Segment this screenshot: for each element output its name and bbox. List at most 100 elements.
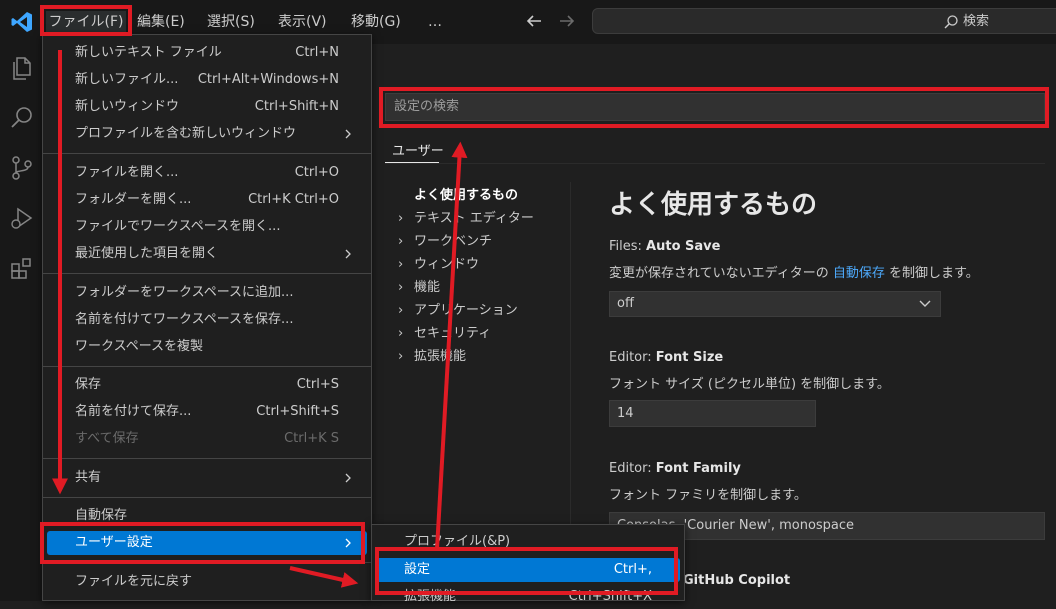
activity-bar	[0, 44, 45, 601]
command-center-search[interactable]: 検索	[592, 8, 1056, 34]
setting-desc-fontsize: フォント サイズ (ピクセル単位) を制御します。	[609, 377, 890, 392]
menu-selection[interactable]: 選択(S)	[207, 11, 255, 33]
menu-item-open-workspace[interactable]: ファイルでワークスペースを開く...	[47, 215, 367, 239]
menu-item-open-folder[interactable]: フォルダーを開く... Ctrl+K Ctrl+O	[47, 188, 367, 212]
desc-text: 変更が保存されていないエディターの	[609, 266, 833, 281]
toc-item-extensions[interactable]: › 拡張機能	[398, 345, 568, 368]
chevron-right-icon	[345, 249, 351, 259]
menu-item-preferences[interactable]: ユーザー設定	[47, 531, 367, 555]
tab-user[interactable]: ユーザー	[392, 140, 444, 159]
source-control-icon[interactable]	[8, 154, 36, 182]
setting-title-copilot: GitHub Copilot	[683, 573, 791, 588]
toc-item-commonly-used[interactable]: よく使用するもの	[398, 184, 568, 207]
arrow-right-icon[interactable]	[554, 8, 580, 34]
menu-item-save-as[interactable]: 名前を付けて保存... Ctrl+Shift+S	[47, 400, 367, 424]
autosave-link[interactable]: 自動保存	[833, 266, 885, 281]
menu-go[interactable]: 移動(G)	[351, 11, 401, 33]
toc-item-label: アプリケーション	[414, 303, 518, 318]
toc-item-text-editor[interactable]: › テキスト エディター	[398, 207, 568, 230]
toc-item-label: ワークベンチ	[414, 234, 493, 249]
chevron-down-icon	[919, 300, 931, 307]
menu-item-label: ワークスペースを複製	[75, 339, 204, 354]
menu-item-new-text-file[interactable]: 新しいテキスト ファイル Ctrl+N	[47, 41, 367, 65]
menu-item-save-all[interactable]: すべて保存 Ctrl+K S	[47, 427, 367, 451]
menu-item-label: 名前を付けてワークスペースを保存...	[75, 312, 294, 327]
menu-item-label: ユーザー設定	[75, 535, 153, 550]
menu-edit[interactable]: 編集(E)	[137, 11, 185, 33]
menu-item-label: 新しいファイル...	[75, 72, 179, 87]
chevron-right-icon: ›	[398, 280, 404, 295]
search-icon	[944, 14, 958, 28]
explorer-icon[interactable]	[8, 54, 36, 82]
chevron-right-icon	[345, 473, 351, 483]
run-debug-icon[interactable]	[8, 204, 36, 232]
menu-item-auto-save[interactable]: 自動保存	[47, 504, 367, 528]
menu-more[interactable]: …	[428, 11, 442, 33]
submenu-item-settings[interactable]: 設定 Ctrl+,	[376, 558, 680, 582]
settings-search-input[interactable]: 設定の検索	[385, 93, 1045, 121]
menu-item-label: 設定	[404, 562, 431, 577]
menu-item-shortcut: Ctrl+K Ctrl+O	[248, 192, 339, 207]
menu-item-shortcut: Ctrl+Shift+N	[254, 99, 339, 114]
menu-item-label: 自動保存	[75, 508, 128, 523]
menu-item-revert-file[interactable]: ファイルを元に戻す	[47, 570, 367, 594]
menu-separator	[43, 366, 371, 367]
menu-item-save[interactable]: 保存 Ctrl+S	[47, 373, 367, 397]
menu-item-label: ファイルでワークスペースを開く...	[75, 219, 281, 234]
menu-item-label: ファイルを元に戻す	[75, 574, 193, 589]
desc-text: を制御します。	[884, 266, 979, 281]
toc-item-window[interactable]: › ウィンドウ	[398, 253, 568, 276]
extensions-icon[interactable]	[8, 254, 36, 282]
chevron-right-icon	[345, 129, 351, 139]
chevron-right-icon: ›	[398, 234, 404, 249]
menu-item-new-window-profile[interactable]: プロファイルを含む新しいウィンドウ	[47, 122, 367, 146]
menu-item-new-window[interactable]: 新しいウィンドウ Ctrl+Shift+N	[47, 95, 367, 119]
menu-item-label: 名前を付けて保存...	[75, 404, 192, 419]
menu-separator	[43, 273, 371, 274]
toc-item-application[interactable]: › アプリケーション	[398, 299, 568, 322]
file-menu: 新しいテキスト ファイル Ctrl+N 新しいファイル... Ctrl+Alt+Wi…	[42, 34, 372, 601]
autosave-select[interactable]: off	[609, 291, 941, 317]
toc-item-security[interactable]: › セキュリティ	[398, 322, 568, 345]
menu-item-shortcut: Ctrl+Alt+Windows+N	[197, 72, 339, 87]
menu-item-shortcut: Ctrl+,	[613, 562, 652, 577]
menu-item-label: 新しいウィンドウ	[75, 99, 180, 114]
menu-item-open-recent[interactable]: 最近使用した項目を開く	[47, 242, 367, 266]
menu-item-shortcut: Ctrl+N	[295, 45, 339, 60]
chevron-right-icon: ›	[398, 349, 404, 364]
menu-item-shortcut: Ctrl+K S	[284, 431, 339, 446]
menu-item-label: フォルダーを開く...	[75, 192, 192, 207]
submenu-item-profiles[interactable]: プロファイル(&P)	[376, 530, 680, 554]
menu-item-new-file[interactable]: 新しいファイル... Ctrl+Alt+Windows+N	[47, 68, 367, 92]
menu-separator	[43, 153, 371, 154]
toc-item-features[interactable]: › 機能	[398, 276, 568, 299]
toc-item-label: 機能	[414, 280, 441, 295]
menu-file[interactable]: ファイル(F)	[46, 11, 126, 33]
menu-separator	[43, 497, 371, 498]
search-icon[interactable]	[8, 104, 36, 132]
submenu-item-extensions[interactable]: 拡張機能 Ctrl+Shift+X	[376, 585, 680, 609]
tabs-divider	[385, 163, 1045, 164]
setting-category: Files:	[609, 239, 647, 254]
menu-item-add-folder-workspace[interactable]: フォルダーをワークスペースに追加...	[47, 281, 367, 305]
menu-item-share[interactable]: 共有	[47, 466, 367, 490]
vscode-logo-icon	[11, 12, 32, 32]
menu-item-label: フォルダーをワークスペースに追加...	[75, 285, 294, 300]
menu-item-label: 保存	[75, 377, 102, 392]
menu-item-open-file[interactable]: ファイルを開く... Ctrl+O	[47, 161, 367, 185]
toc-item-workbench[interactable]: › ワークベンチ	[398, 230, 568, 253]
settings-toc: よく使用するもの › テキスト エディター › ワークベンチ › ウィンドウ › 機能 …	[398, 184, 568, 368]
menu-item-save-workspace-as[interactable]: 名前を付けてワークスペースを保存...	[47, 308, 367, 332]
arrow-left-icon[interactable]	[521, 8, 547, 34]
menu-item-label: プロファイル(&P)	[404, 534, 511, 549]
toc-item-label: セキュリティ	[414, 326, 492, 341]
fontsize-input[interactable]: 14	[609, 400, 816, 427]
menu-item-shortcut: Ctrl+Shift+S	[256, 404, 339, 419]
setting-category: Editor:	[609, 350, 656, 365]
toc-divider	[570, 182, 571, 542]
menu-view[interactable]: 表示(V)	[278, 11, 327, 33]
setting-title-autosave: Files: Auto Save	[609, 239, 720, 254]
menu-item-duplicate-workspace[interactable]: ワークスペースを複製	[47, 335, 367, 359]
setting-category: Editor:	[609, 461, 656, 476]
chevron-right-icon: ›	[398, 211, 404, 226]
